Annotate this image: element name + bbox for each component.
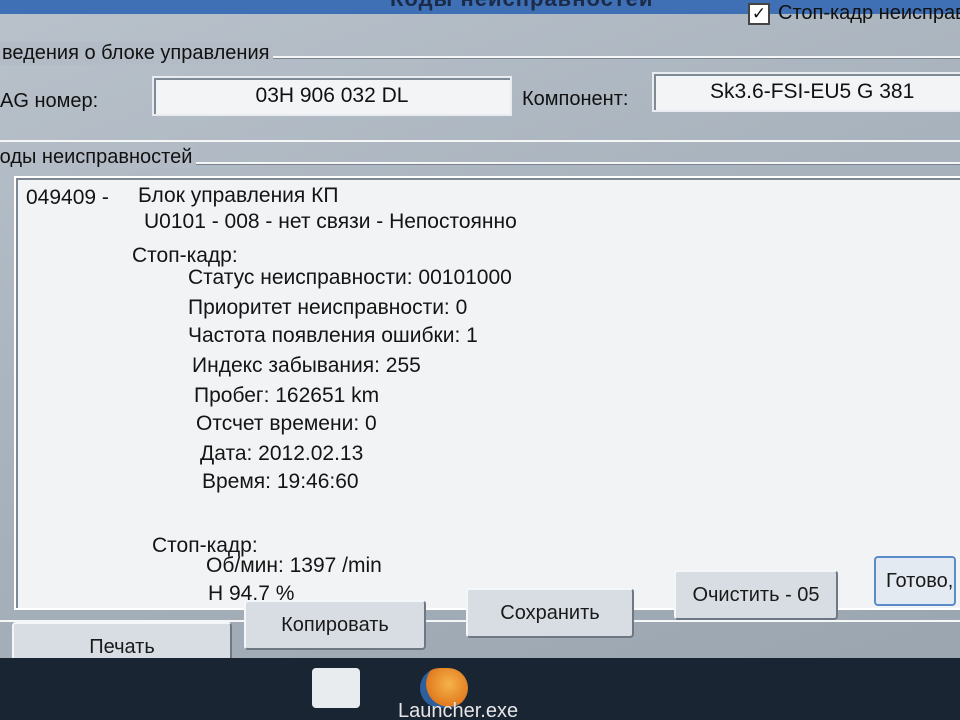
freeze-frame-heading: Стоп-кадр: (132, 244, 238, 267)
fault-status: Статус неисправности: 00101000 (188, 266, 512, 289)
fault-module: Блок управления КП (138, 184, 339, 207)
fault-frequency: Частота появления ошибки: 1 (188, 324, 478, 347)
clear-codes-button[interactable]: Очистить - 05 (674, 570, 838, 620)
fault-forget-index: Индекс забывания: 255 (192, 354, 421, 377)
window-title: Коды неисправностей (390, 0, 653, 12)
save-button[interactable]: Сохранить (466, 588, 634, 638)
vag-number-field: 03H 906 032 DL (152, 76, 512, 116)
launcher-label[interactable]: Launcher.exe (398, 700, 518, 720)
fault-time-counter: Отсчет времени: 0 (196, 412, 377, 435)
checkbox-checked-icon[interactable]: ✓ (748, 2, 770, 25)
component-label: Компонент: (522, 88, 629, 110)
fault-rpm: Об/мин: 1397 /min (206, 554, 382, 577)
done-button[interactable]: Готово, Н (874, 556, 956, 606)
fault-priority: Приоритет неисправности: 0 (188, 296, 468, 319)
vag-number-label: AG номер: (0, 90, 99, 112)
fault-code: 049409 - (26, 186, 109, 209)
faults-group-label: Коды неисправностей (0, 146, 197, 169)
fault-mileage: Пробег: 162651 km (194, 384, 380, 407)
component-field: Sk3.6-FSI-EU5 G 381 (652, 72, 960, 112)
freeze-frame-label: Стоп-кадр неисправ (778, 2, 960, 24)
freeze-frame-checkbox[interactable]: ✓ Стоп-кадр неисправ (748, 2, 960, 25)
fault-time: Время: 19:46:60 (202, 470, 359, 493)
faults-list[interactable]: 049409 - Блок управления КП U0101 - 008 … (14, 176, 960, 610)
copy-button[interactable]: Копировать (244, 600, 426, 650)
graph-app-icon[interactable] (312, 668, 360, 708)
ecu-info-group-label: ведения о блоке управления (0, 42, 274, 65)
fault-description: U0101 - 008 - нет связи - Непостоянно (144, 210, 517, 233)
fault-date: Дата: 2012.02.13 (200, 442, 364, 465)
screen: Коды неисправностей ✓ Стоп-кадр неисправ… (0, 0, 960, 720)
